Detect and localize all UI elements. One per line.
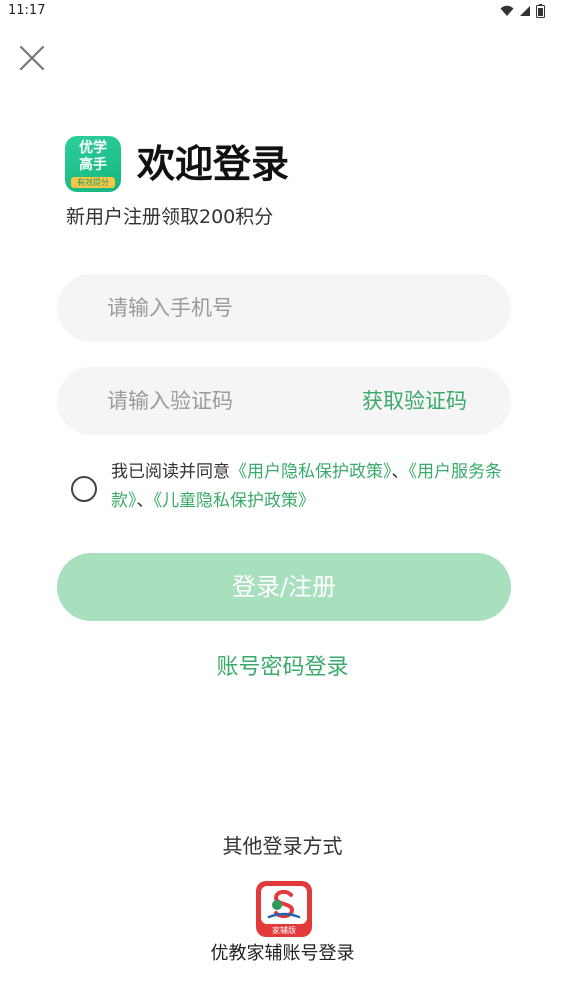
logo-strip: 有效提分 [71, 177, 115, 188]
youjiao-icon-label: 家辅版 [272, 926, 296, 935]
password-login-row: 账号密码登录 [0, 653, 565, 683]
code-field-container: 获取验证码 [57, 367, 511, 435]
phone-field-container [57, 274, 511, 342]
get-code-button[interactable]: 获取验证码 [362, 367, 467, 435]
youjiao-login-label: 优教家辅账号登录 [210, 943, 355, 964]
wifi-icon [500, 5, 514, 16]
other-login-title: 其他登录方式 [222, 834, 343, 858]
close-button[interactable] [14, 40, 50, 76]
close-icon [19, 45, 45, 71]
agreement-text: 我已阅读并同意《用户隐私保护政策》、《用户服务条款》、《儿童隐私保护政策》 [111, 458, 511, 516]
youjiao-login-button[interactable]: 家辅版 [256, 881, 312, 937]
child-privacy-policy-link[interactable]: 《儿童隐私保护政策》 [154, 491, 316, 511]
youjiao-logo-icon [261, 886, 307, 924]
agreement-prefix: 我已阅读并同意 [111, 462, 230, 482]
verification-code-input[interactable] [107, 367, 367, 435]
page-title: 欢迎登录 [137, 142, 290, 186]
login-register-button[interactable]: 登录/注册 [57, 553, 511, 621]
app-logo: 优学 高手 有效提分 [65, 136, 121, 192]
agreement-separator: 、 [136, 491, 154, 511]
battery-icon [536, 4, 545, 18]
privacy-policy-link[interactable]: 《用户隐私保护政策》 [230, 462, 392, 482]
status-time: 11:17 [8, 3, 46, 18]
password-login-link[interactable]: 账号密码登录 [216, 655, 348, 680]
agreement-checkbox[interactable] [71, 476, 97, 502]
status-icons [500, 4, 545, 18]
page-subtitle: 新用户注册领取200积分 [66, 206, 274, 228]
status-bar: 11:17 [0, 0, 565, 24]
logo-text-line1: 优学 [79, 140, 107, 156]
signal-icon [520, 6, 530, 16]
agreement-separator: 、 [391, 462, 409, 482]
phone-input[interactable] [107, 274, 367, 342]
logo-text-line2: 高手 [79, 157, 107, 173]
